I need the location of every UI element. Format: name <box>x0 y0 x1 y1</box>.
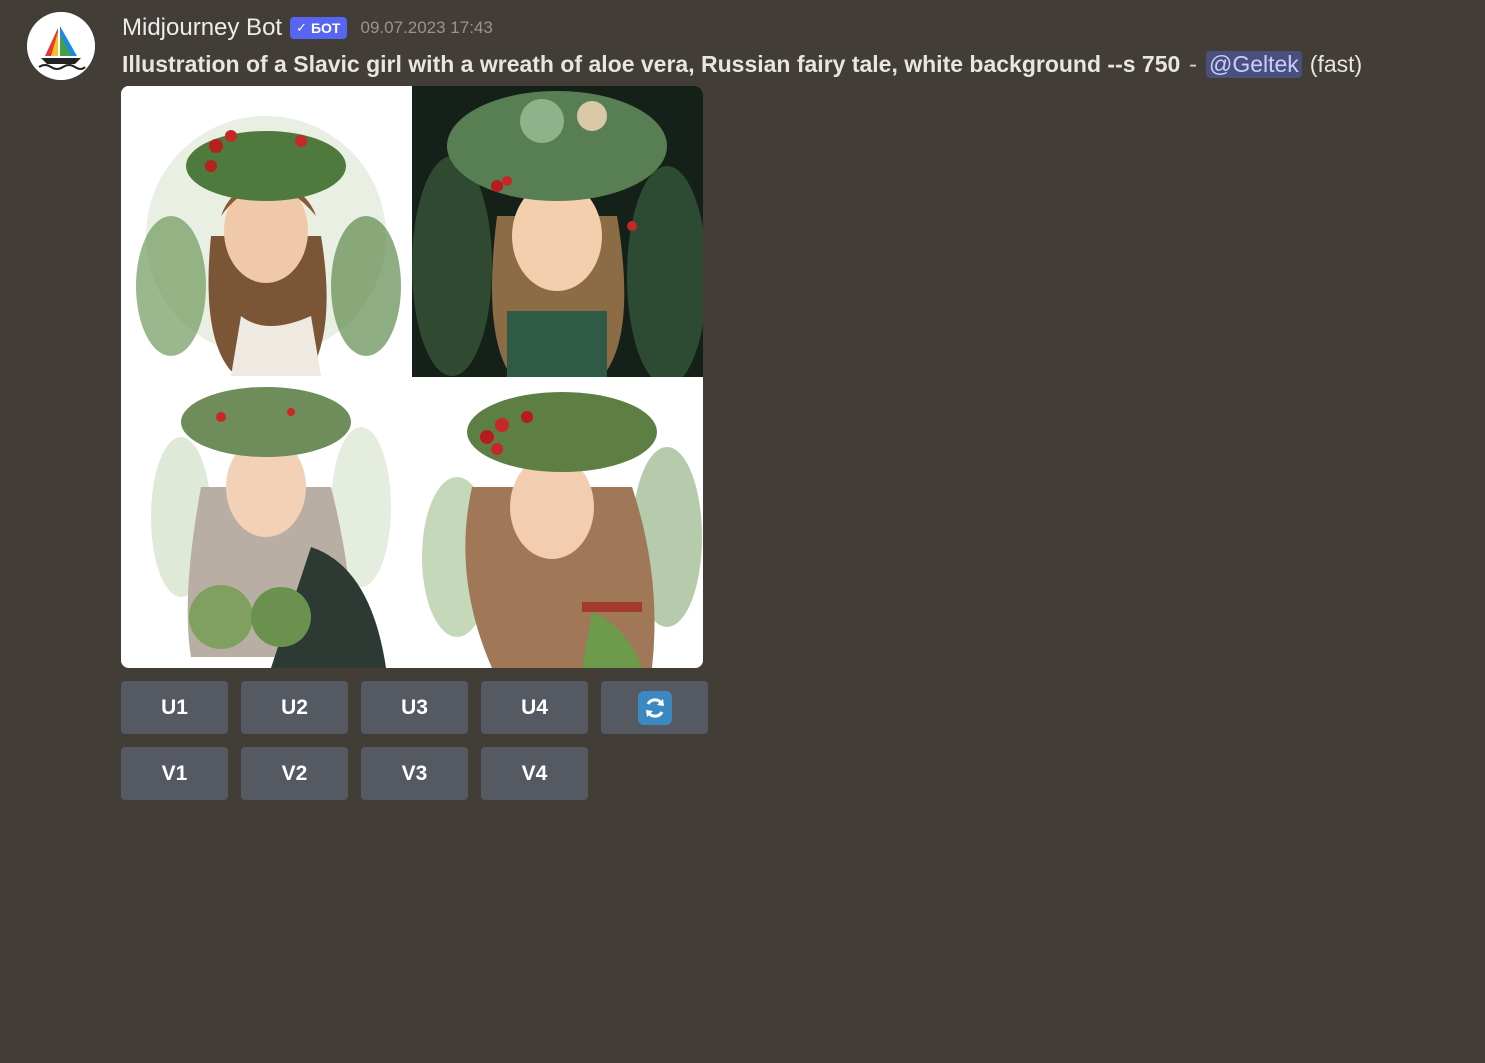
refresh-icon <box>637 690 672 725</box>
variation-button-3[interactable]: V3 <box>361 747 468 800</box>
image-grid[interactable] <box>121 86 703 668</box>
bot-badge-label: БОТ <box>310 20 341 36</box>
upscale-button-4[interactable]: U4 <box>481 681 588 734</box>
variation-button-1[interactable]: V1 <box>121 747 228 800</box>
speed-label: (fast) <box>1309 50 1363 77</box>
message-content: Illustration of a Slavic girl with a wre… <box>122 48 1362 80</box>
grid-image-1[interactable] <box>121 86 412 377</box>
girl-portrait-image <box>121 377 412 668</box>
author-name[interactable]: Midjourney Bot <box>122 14 282 42</box>
timestamp: 09.07.2023 17:43 <box>360 18 493 37</box>
grid-image-2[interactable] <box>412 86 703 377</box>
chat-message: Midjourney Bot ✓ БОТ 09.07.2023 17:43 Il… <box>0 0 1485 1063</box>
sailboat-logo-icon <box>27 12 95 80</box>
girl-portrait-image <box>412 377 703 668</box>
prompt-text: Illustration of a Slavic girl with a wre… <box>122 50 1181 77</box>
message-header: Midjourney Bot ✓ БОТ 09.07.2023 17:43 <box>122 12 493 44</box>
girl-portrait-image <box>121 86 412 377</box>
variation-button-row: V1 V2 V3 V4 <box>121 747 588 800</box>
bot-badge: ✓ БОТ <box>290 17 347 39</box>
separator: - <box>1189 50 1197 77</box>
avatar[interactable] <box>27 12 95 80</box>
variation-button-2[interactable]: V2 <box>241 747 348 800</box>
grid-image-3[interactable] <box>121 377 412 668</box>
upscale-button-1[interactable]: U1 <box>121 681 228 734</box>
girl-portrait-image <box>412 86 703 377</box>
upscale-button-row: U1 U2 U3 U4 <box>121 681 708 734</box>
user-mention[interactable]: @Geltek <box>1205 50 1302 78</box>
grid-image-4[interactable] <box>412 377 703 668</box>
variation-button-4[interactable]: V4 <box>481 747 588 800</box>
upscale-button-3[interactable]: U3 <box>361 681 468 734</box>
upscale-button-2[interactable]: U2 <box>241 681 348 734</box>
reroll-button[interactable] <box>601 681 708 734</box>
verified-check-icon: ✓ <box>296 20 307 35</box>
